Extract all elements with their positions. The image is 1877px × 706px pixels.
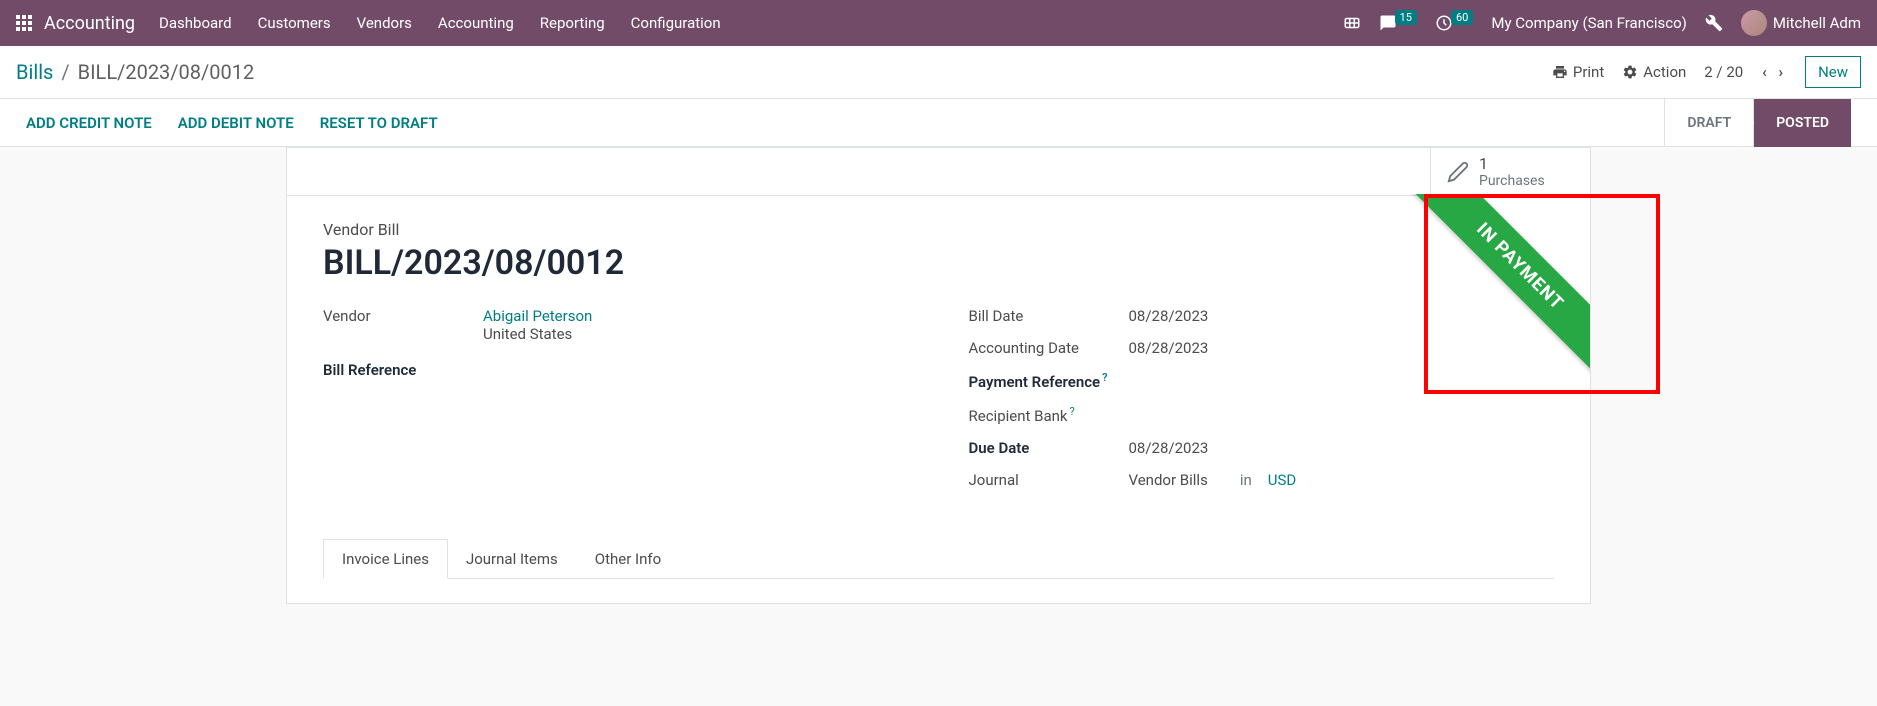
- purchases-label: Purchases: [1479, 173, 1545, 189]
- add-credit-note-button[interactable]: ADD CREDIT NOTE: [26, 114, 152, 132]
- apps-icon[interactable]: [16, 15, 32, 31]
- purchases-count: 1: [1479, 154, 1545, 173]
- activities-badge: 60: [1451, 10, 1473, 25]
- due-date-label: Due Date: [969, 439, 1129, 457]
- document-type-label: Vendor Bill: [323, 220, 1554, 239]
- form-sheet: 1 Purchases IN PAYMENT Vendor Bill BILL/…: [286, 147, 1591, 604]
- bill-date-value[interactable]: 08/28/2023: [1129, 307, 1209, 325]
- right-column: Bill Date 08/28/2023 Accounting Date 08/…: [969, 307, 1555, 503]
- topbar-right: 15 60 My Company (San Francisco) Mitchel…: [1343, 10, 1861, 36]
- button-box: 1 Purchases: [287, 148, 1590, 196]
- edit-icon: [1447, 161, 1469, 183]
- user-name: Mitchell Adm: [1773, 14, 1861, 32]
- journal-value[interactable]: Vendor Bills: [1129, 471, 1208, 489]
- top-navbar: Accounting Dashboard Customers Vendors A…: [0, 0, 1877, 46]
- menu-accounting[interactable]: Accounting: [438, 14, 514, 32]
- left-column: Vendor Abigail Peterson United States Bi…: [323, 307, 909, 503]
- main-menu: Dashboard Customers Vendors Accounting R…: [159, 14, 721, 32]
- messages-badge: 15: [1395, 10, 1417, 25]
- payment-reference-label: Payment Reference?: [969, 371, 1129, 391]
- pager: 2 / 20 ‹ ›: [1704, 63, 1787, 81]
- vendor-label: Vendor: [323, 307, 483, 325]
- app-brand[interactable]: Accounting: [44, 13, 135, 34]
- help-icon[interactable]: ?: [1102, 371, 1107, 384]
- pager-next-icon[interactable]: ›: [1775, 63, 1788, 81]
- breadcrumb-root[interactable]: Bills: [16, 60, 53, 84]
- journal-in-label: in: [1240, 471, 1252, 489]
- activities-icon[interactable]: 60: [1435, 14, 1473, 32]
- menu-configuration[interactable]: Configuration: [631, 14, 721, 32]
- journal-currency[interactable]: USD: [1268, 471, 1296, 489]
- menu-reporting[interactable]: Reporting: [540, 14, 605, 32]
- help-icon[interactable]: ?: [1070, 405, 1075, 418]
- control-panel: Bills / BILL/2023/08/0012 Print Action 2…: [0, 46, 1877, 99]
- shortcuts-icon[interactable]: [1343, 14, 1361, 32]
- add-debit-note-button[interactable]: ADD DEBIT NOTE: [178, 114, 294, 132]
- purchases-stat-button[interactable]: 1 Purchases: [1430, 148, 1590, 195]
- reset-to-draft-button[interactable]: RESET TO DRAFT: [320, 114, 438, 132]
- bill-date-label: Bill Date: [969, 307, 1129, 325]
- journal-label: Journal: [969, 471, 1129, 489]
- tab-journal-items[interactable]: Journal Items: [447, 539, 577, 578]
- menu-customers[interactable]: Customers: [258, 14, 331, 32]
- statusbar: ADD CREDIT NOTE ADD DEBIT NOTE RESET TO …: [0, 99, 1877, 147]
- messages-icon[interactable]: 15: [1379, 14, 1417, 32]
- pager-prev-icon[interactable]: ‹: [1758, 63, 1771, 81]
- bill-reference-label: Bill Reference: [323, 361, 483, 379]
- vendor-country: United States: [483, 325, 592, 343]
- status-posted[interactable]: POSTED: [1753, 99, 1851, 147]
- recipient-bank-label: Recipient Bank?: [969, 405, 1129, 425]
- menu-vendors[interactable]: Vendors: [357, 14, 412, 32]
- user-menu[interactable]: Mitchell Adm: [1741, 10, 1861, 36]
- breadcrumb: Bills / BILL/2023/08/0012: [16, 60, 254, 84]
- menu-dashboard[interactable]: Dashboard: [159, 14, 232, 32]
- company-switcher[interactable]: My Company (San Francisco): [1491, 14, 1686, 32]
- breadcrumb-separator: /: [61, 60, 69, 84]
- accounting-date-value[interactable]: 08/28/2023: [1129, 339, 1209, 357]
- new-button[interactable]: New: [1805, 56, 1861, 88]
- accounting-date-label: Accounting Date: [969, 339, 1129, 357]
- pager-text[interactable]: 2 / 20: [1704, 63, 1743, 81]
- document-title: BILL/2023/08/0012: [323, 243, 1554, 283]
- status-steps: DRAFT POSTED: [1664, 99, 1851, 147]
- breadcrumb-current: BILL/2023/08/0012: [78, 60, 255, 84]
- tab-other-info[interactable]: Other Info: [576, 539, 680, 578]
- due-date-value[interactable]: 08/28/2023: [1129, 439, 1209, 457]
- print-button[interactable]: Print: [1552, 63, 1604, 81]
- debug-icon[interactable]: [1705, 14, 1723, 32]
- action-button[interactable]: Action: [1622, 63, 1686, 81]
- tab-invoice-lines[interactable]: Invoice Lines: [323, 539, 448, 579]
- tabs: Invoice Lines Journal Items Other Info: [323, 539, 1554, 579]
- user-avatar: [1741, 10, 1767, 36]
- vendor-link[interactable]: Abigail Peterson: [483, 307, 592, 325]
